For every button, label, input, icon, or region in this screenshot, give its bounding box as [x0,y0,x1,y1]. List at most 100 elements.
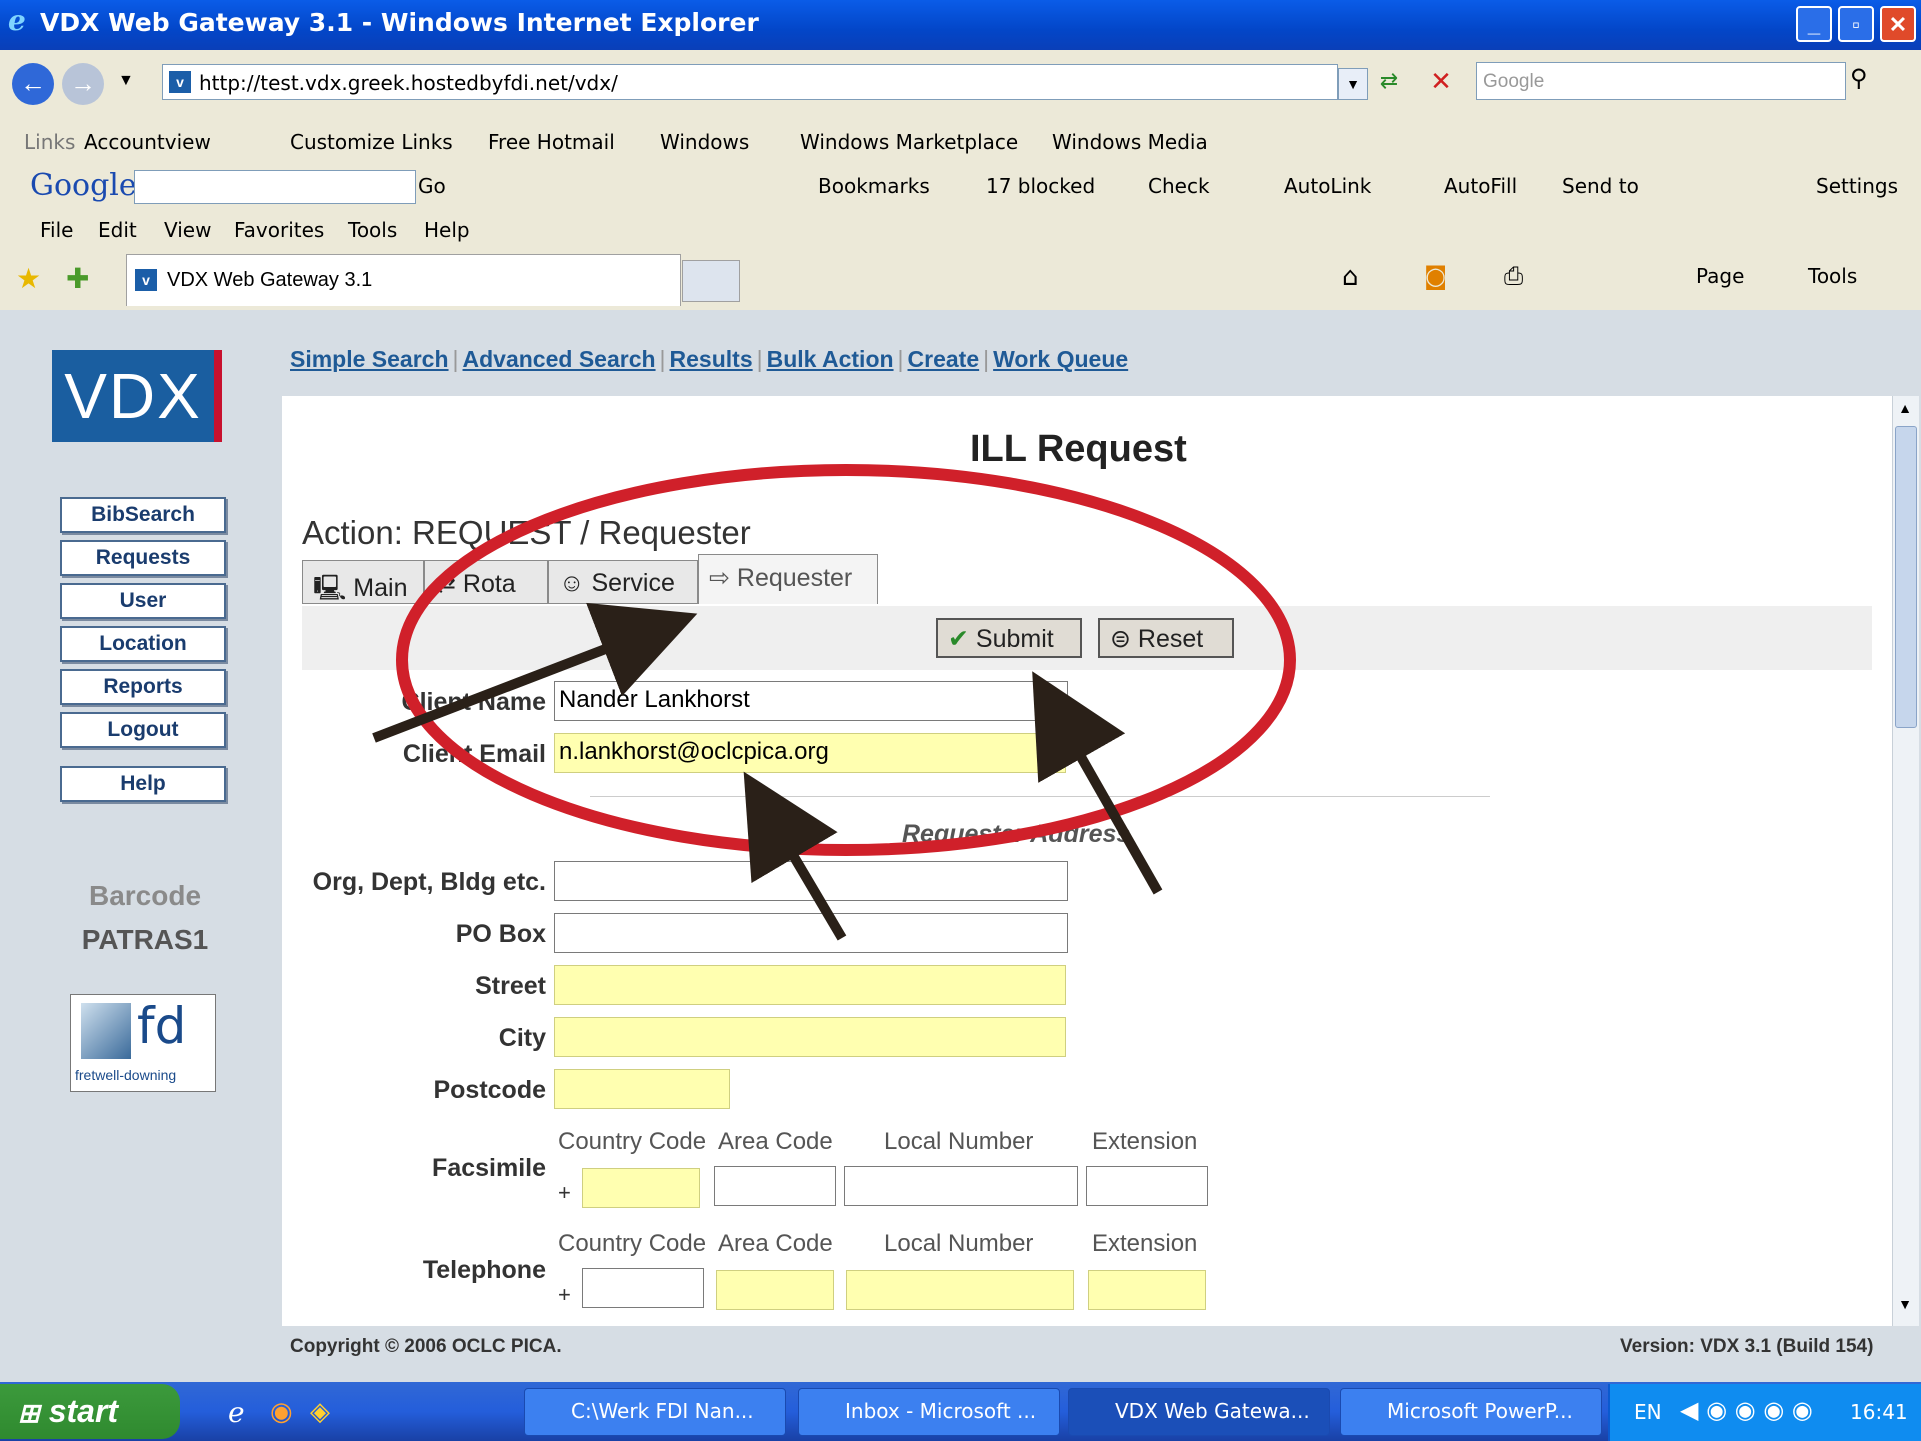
quicklaunch-ie-icon[interactable]: ℯ [228,1396,245,1429]
menu-favorites[interactable]: Favorites [234,218,324,242]
print-icon[interactable]: ⎙ [1504,262,1523,290]
pobox-input[interactable] [554,913,1068,953]
autolink[interactable]: AutoLink [1284,174,1371,198]
menu-tools[interactable]: Tools [348,218,397,242]
link-media[interactable]: Windows Media [1052,130,1208,154]
scroll-up-icon[interactable]: ▲ [1895,400,1915,422]
client-name-input[interactable]: Nander Lankhorst [554,681,1068,721]
nav-create[interactable]: Create [908,346,980,372]
nav-simple-search[interactable]: Simple Search [290,346,449,372]
nav-work-queue[interactable]: Work Queue [993,346,1128,372]
forward-button[interactable]: → [62,63,104,105]
user-button[interactable]: User [60,583,226,619]
favorites-star-icon[interactable]: ★ [16,262,41,295]
refresh-icon[interactable]: ⇄ [1372,64,1406,98]
postcode-input[interactable] [554,1069,730,1109]
task-folder[interactable]: C:\Werk FDI Nan... [524,1388,786,1436]
submit-button[interactable]: ✔ Submit [936,618,1082,658]
tab-service[interactable]: ☺ Service [548,560,698,604]
menu-view[interactable]: View [164,218,211,242]
reset-button[interactable]: ⊜ Reset [1098,618,1234,658]
nav-results[interactable]: Results [670,346,753,372]
settings-menu[interactable]: Settings [1816,174,1898,198]
feeds-icon[interactable]: ◙ [1424,262,1447,290]
history-dropdown-icon[interactable]: ▼ [118,72,134,90]
autofill[interactable]: AutoFill [1444,174,1517,198]
spell-check[interactable]: Check [1148,174,1210,198]
nav-advanced-search[interactable]: Advanced Search [463,346,656,372]
address-input[interactable]: v http://test.vdx.greek.hostedbyfdi.net/… [162,64,1338,100]
page-title: ILL Request [970,428,1187,470]
requests-button[interactable]: Requests [60,540,226,576]
tray-icons[interactable]: ◀ ◉ ◉ ◉ ◉ [1680,1396,1813,1424]
link-hotmail[interactable]: Free Hotmail [488,130,615,154]
new-tab-button[interactable] [682,260,740,302]
home-icon[interactable]: ⌂ [1342,262,1359,292]
fax-area-code-input[interactable] [714,1166,836,1206]
vertical-scrollbar[interactable]: ▲ ▼ [1892,396,1919,1326]
logout-button[interactable]: Logout [60,712,226,748]
back-button[interactable]: ← [12,63,54,105]
tab-main[interactable]: 🖳 Main [302,560,424,604]
logo-brand-text: fretwell-downing [75,1067,177,1083]
tel-area-code-header: Area Code [718,1230,833,1257]
scroll-thumb[interactable] [1895,426,1917,728]
tel-country-code-input[interactable] [582,1268,704,1308]
barcode-label: Barcode [88,880,202,911]
maximize-button[interactable]: ▫ [1838,6,1874,42]
location-button[interactable]: Location [60,626,226,662]
link-customize[interactable]: Customize Links [290,130,453,154]
close-button[interactable]: ✕ [1880,6,1916,42]
menu-edit[interactable]: Edit [98,218,137,242]
vdx-logo: VDX [52,350,222,442]
page-menu[interactable]: Page [1696,264,1744,288]
google-search-input[interactable] [134,170,416,204]
search-icon[interactable]: ⚲ [1850,64,1868,93]
reports-button[interactable]: Reports [60,669,226,705]
menu-help[interactable]: Help [424,218,470,242]
address-dropdown-icon[interactable]: ▼ [1338,68,1368,100]
street-input[interactable] [554,965,1066,1005]
checkmark-icon: ✔ [948,625,976,653]
task-powerpoint[interactable]: Microsoft PowerP... [1340,1388,1602,1436]
link-windows[interactable]: Windows [660,130,749,154]
tab-requester[interactable]: ⇨ Requester [698,554,878,604]
tel-area-code-input[interactable] [716,1270,834,1310]
link-accountview[interactable]: Accountview [84,130,211,154]
start-button[interactable]: ⊞ start [0,1384,180,1439]
browser-tab[interactable]: v VDX Web Gateway 3.1 [126,254,681,306]
add-favorites-icon[interactable]: ✚ [66,262,89,295]
bibsearch-button[interactable]: BibSearch [60,497,226,533]
tab-rota-label: Rota [462,570,516,598]
task-inbox[interactable]: Inbox - Microsoft ... [798,1388,1060,1436]
bookmarks-menu[interactable]: Bookmarks [818,174,930,198]
menu-file[interactable]: File [40,218,73,242]
org-input[interactable] [554,861,1068,901]
requester-icon: ⇨ [709,564,737,592]
fax-local-number-input[interactable] [844,1166,1078,1206]
language-indicator[interactable]: EN [1634,1400,1662,1424]
city-input[interactable] [554,1017,1066,1057]
nav-bulk-action[interactable]: Bulk Action [767,346,894,372]
task-vdx[interactable]: VDX Web Gatewa... [1068,1388,1330,1436]
tab-rota[interactable]: ⇄ Rota [424,560,548,604]
search-input[interactable]: Google [1476,62,1846,100]
google-go[interactable]: Go [418,174,446,198]
link-marketplace[interactable]: Windows Marketplace [800,130,1018,154]
fax-local-number-header: Local Number [884,1128,1034,1155]
client-email-label: Client Email [402,740,546,768]
scroll-down-icon[interactable]: ▼ [1895,1296,1915,1318]
tools-menu[interactable]: Tools [1808,264,1857,288]
send-to[interactable]: Send to [1562,174,1639,198]
tel-extension-input[interactable] [1088,1270,1206,1310]
help-button[interactable]: Help [60,766,226,802]
fax-country-code-input[interactable] [582,1168,700,1208]
popup-blocked[interactable]: 17 blocked [986,174,1095,198]
quicklaunch-outlook-icon[interactable]: ◉ [270,1396,293,1427]
tel-local-number-input[interactable] [846,1270,1074,1310]
minimize-button[interactable]: _ [1796,6,1832,42]
client-email-input[interactable]: n.lankhorst@oclcpica.org [554,733,1066,773]
fax-extension-input[interactable] [1086,1166,1208,1206]
stop-icon[interactable]: ✕ [1424,64,1458,98]
quicklaunch-media-icon[interactable]: ◈ [310,1396,330,1427]
